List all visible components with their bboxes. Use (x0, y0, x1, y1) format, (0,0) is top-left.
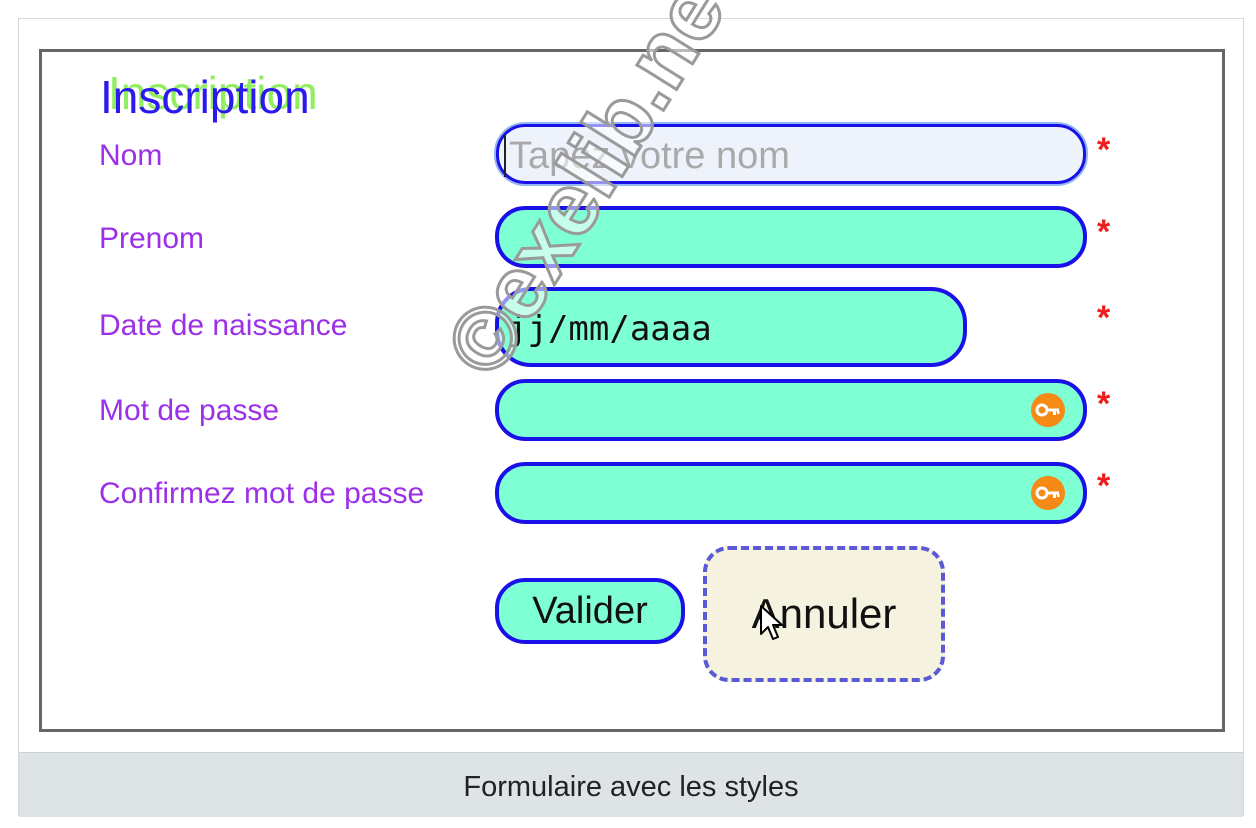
label-prenom: Prenom (99, 222, 205, 255)
label-mot-de-passe: Mot de passe (99, 394, 280, 427)
required-marker-nom: * (1097, 131, 1111, 169)
required-marker-prenom: * (1097, 213, 1111, 251)
required-marker-password: * (1097, 385, 1111, 423)
confirm-password-input[interactable] (495, 462, 1087, 524)
nom-input[interactable]: Tapez votre nom (494, 122, 1088, 186)
date-input[interactable]: jj/mm/aaaa (495, 287, 967, 367)
valider-button[interactable]: Valider (495, 578, 685, 644)
key-icon[interactable] (1031, 393, 1065, 427)
label-nom: Nom (99, 139, 163, 172)
key-icon[interactable] (1031, 476, 1065, 510)
label-confirm-password: Confirmez mot de passe (99, 477, 425, 510)
mouse-pointer-icon (759, 604, 785, 649)
nom-placeholder: Tapez votre nom (509, 135, 790, 177)
required-marker-confirm: * (1097, 467, 1111, 505)
fieldset-legend: Inscription Inscription (96, 52, 318, 123)
prenom-input[interactable] (495, 206, 1087, 268)
figure: Inscription Inscription Nom Tapez votre … (18, 0, 1244, 817)
annuler-button[interactable]: Annuler (703, 546, 945, 682)
password-input[interactable] (495, 379, 1087, 441)
required-marker-date: * (1097, 299, 1111, 337)
figure-caption: Formulaire avec les styles (463, 771, 799, 803)
label-date-naissance: Date de naissance (99, 309, 348, 342)
legend-text: Inscription (100, 71, 310, 123)
caption-bar: Formulaire avec les styles (19, 752, 1243, 817)
text-caret (504, 135, 506, 177)
form-screenshot: Inscription Inscription Nom Tapez votre … (25, 0, 1237, 751)
date-format-text: jj/mm/aaaa (507, 309, 712, 349)
